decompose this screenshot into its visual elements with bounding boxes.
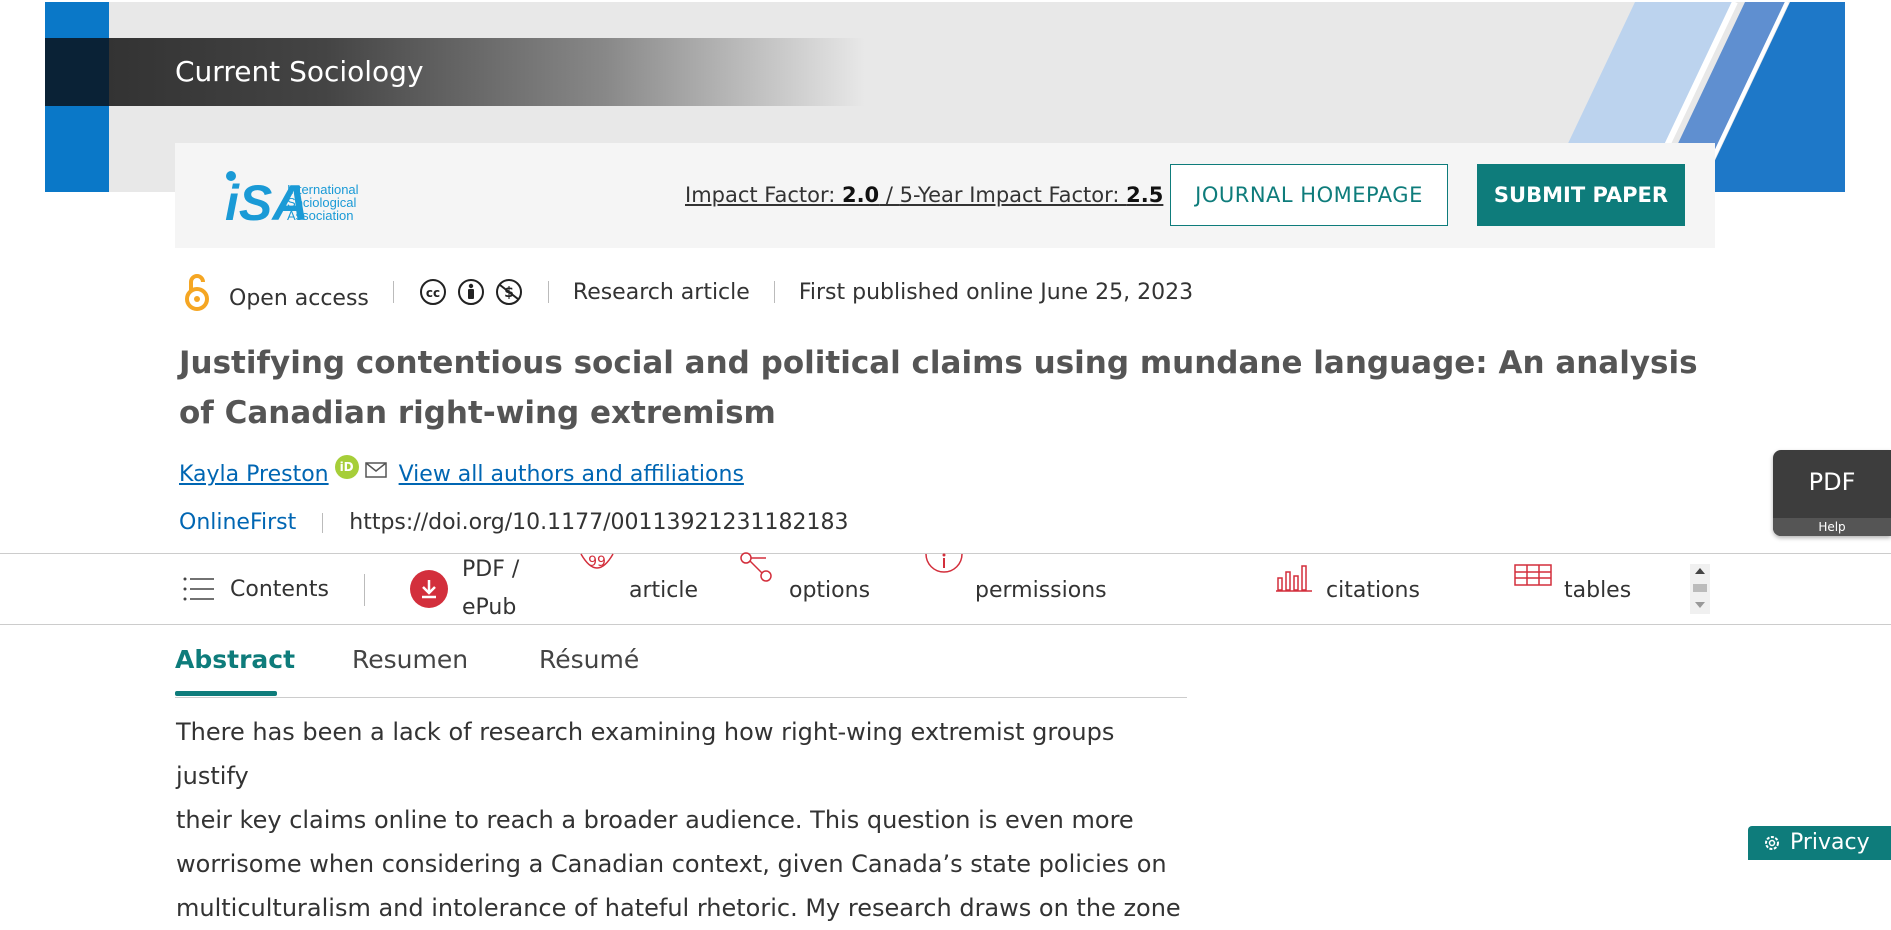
- pdf-epub-label: PDF / ePub: [462, 551, 519, 627]
- impact-label: Impact Factor:: [685, 183, 842, 207]
- contents-label: Contents: [230, 576, 329, 602]
- active-tab-indicator: [175, 691, 277, 696]
- gear-icon: [1765, 836, 1779, 850]
- attribution-icon: [457, 279, 484, 305]
- meta-divider: [392, 281, 394, 303]
- impact-factor-link[interactable]: Impact Factor: 2.0 / 5-Year Impact Facto…: [685, 183, 1163, 207]
- author-row: Kayla Preston iD View all authors and af…: [179, 454, 744, 487]
- abstract-line: There has been a lack of research examin…: [176, 718, 1115, 790]
- tab-resume[interactable]: Résumé: [539, 640, 639, 697]
- bar-chart-icon: [1276, 565, 1312, 592]
- table-icon: [1514, 564, 1552, 586]
- onlinefirst-link[interactable]: OnlineFirst: [179, 510, 296, 535]
- pdf-label-line-1: PDF /: [462, 557, 520, 582]
- scroll-up-icon: [1695, 568, 1705, 574]
- five-year-value: 2.5: [1126, 183, 1164, 207]
- view-all-authors-link[interactable]: View all authors and affiliations: [399, 462, 744, 487]
- privacy-button[interactable]: Privacy: [1748, 826, 1891, 860]
- journal-homepage-button[interactable]: JOURNAL HOMEPAGE: [1170, 164, 1448, 226]
- abstract-line: multiculturalism and intolerance of hate…: [176, 894, 1181, 922]
- toolbar-divider: [364, 574, 365, 606]
- scroll-down-icon: [1695, 602, 1705, 608]
- meta-divider: [547, 281, 549, 303]
- contents-button[interactable]: Contents: [182, 554, 329, 624]
- tables-label: tables: [1564, 578, 1632, 603]
- journal-title[interactable]: Current Sociology: [175, 38, 424, 106]
- open-access-icon: [185, 274, 209, 311]
- pdf-epub-button[interactable]: PDF / ePub: [410, 554, 519, 624]
- pdf-label-line-2: ePub: [462, 595, 517, 620]
- toolbar-scrollbar[interactable]: [1690, 564, 1710, 614]
- privacy-label: Privacy: [1790, 830, 1870, 855]
- author-link[interactable]: Kayla Preston: [179, 462, 329, 487]
- abstract-tabs: Abstract Resumen Résumé: [175, 640, 1187, 698]
- impact-divider: /: [879, 183, 900, 207]
- permissions-label: permissions: [975, 578, 1107, 603]
- quote-icon: 99: [580, 553, 614, 570]
- isa-logo-line-3: Association: [287, 208, 353, 223]
- isa-logo[interactable]: iSA International Sociological Associati…: [225, 168, 375, 226]
- article-meta-row: Open access cc $ Research article First …: [183, 272, 1193, 312]
- svg-text:cc: cc: [426, 286, 440, 300]
- pdf-float-button[interactable]: PDF Help: [1773, 450, 1891, 536]
- pdf-float-help[interactable]: Help: [1773, 518, 1891, 536]
- abstract-text: There has been a lack of research examin…: [176, 710, 1186, 930]
- article-title: Justifying contentious social and politi…: [179, 345, 1698, 431]
- article-toolbar: Contents PDF / ePub 99 article options p…: [0, 552, 1891, 625]
- orcid-icon[interactable]: iD: [334, 454, 359, 479]
- info-icon: [925, 553, 963, 573]
- abstract-line: their key claims online to reach a broad…: [176, 806, 1134, 834]
- article-label: article: [629, 578, 699, 603]
- svg-text:99: 99: [588, 554, 606, 570]
- journal-info-bar: iSA International Sociological Associati…: [175, 143, 1715, 248]
- submit-paper-button[interactable]: SUBMIT PAPER: [1477, 164, 1685, 226]
- license-icons[interactable]: cc $: [418, 277, 524, 307]
- doi-text[interactable]: https://doi.org/10.1177/0011392123118218…: [349, 510, 848, 535]
- five-year-label: 5-Year Impact Factor:: [899, 183, 1127, 207]
- list-icon: [183, 577, 214, 601]
- tab-abstract[interactable]: Abstract: [175, 640, 295, 697]
- options-label: options: [789, 578, 871, 603]
- share-icon: [740, 552, 772, 582]
- meta-divider: [773, 281, 775, 303]
- non-commercial-icon: $: [495, 279, 522, 305]
- publication-date: First published online June 25, 2023: [798, 279, 1194, 305]
- doi-divider: [322, 512, 324, 533]
- download-icon: [410, 570, 448, 608]
- article-type: Research article: [572, 279, 750, 305]
- citations-label: citations: [1326, 578, 1420, 603]
- abstract-line: worrisome when considering a Canadian co…: [176, 850, 1167, 878]
- cc-icon: cc: [419, 279, 446, 305]
- impact-value: 2.0: [841, 183, 880, 207]
- tab-resumen[interactable]: Resumen: [352, 640, 468, 697]
- open-access-label: Open access: [229, 285, 369, 311]
- email-icon[interactable]: [364, 461, 387, 478]
- doi-row: OnlineFirst https://doi.org/10.1177/0011…: [179, 510, 849, 535]
- pdf-float-label: PDF: [1808, 468, 1856, 496]
- banner-title-strip: [45, 38, 865, 106]
